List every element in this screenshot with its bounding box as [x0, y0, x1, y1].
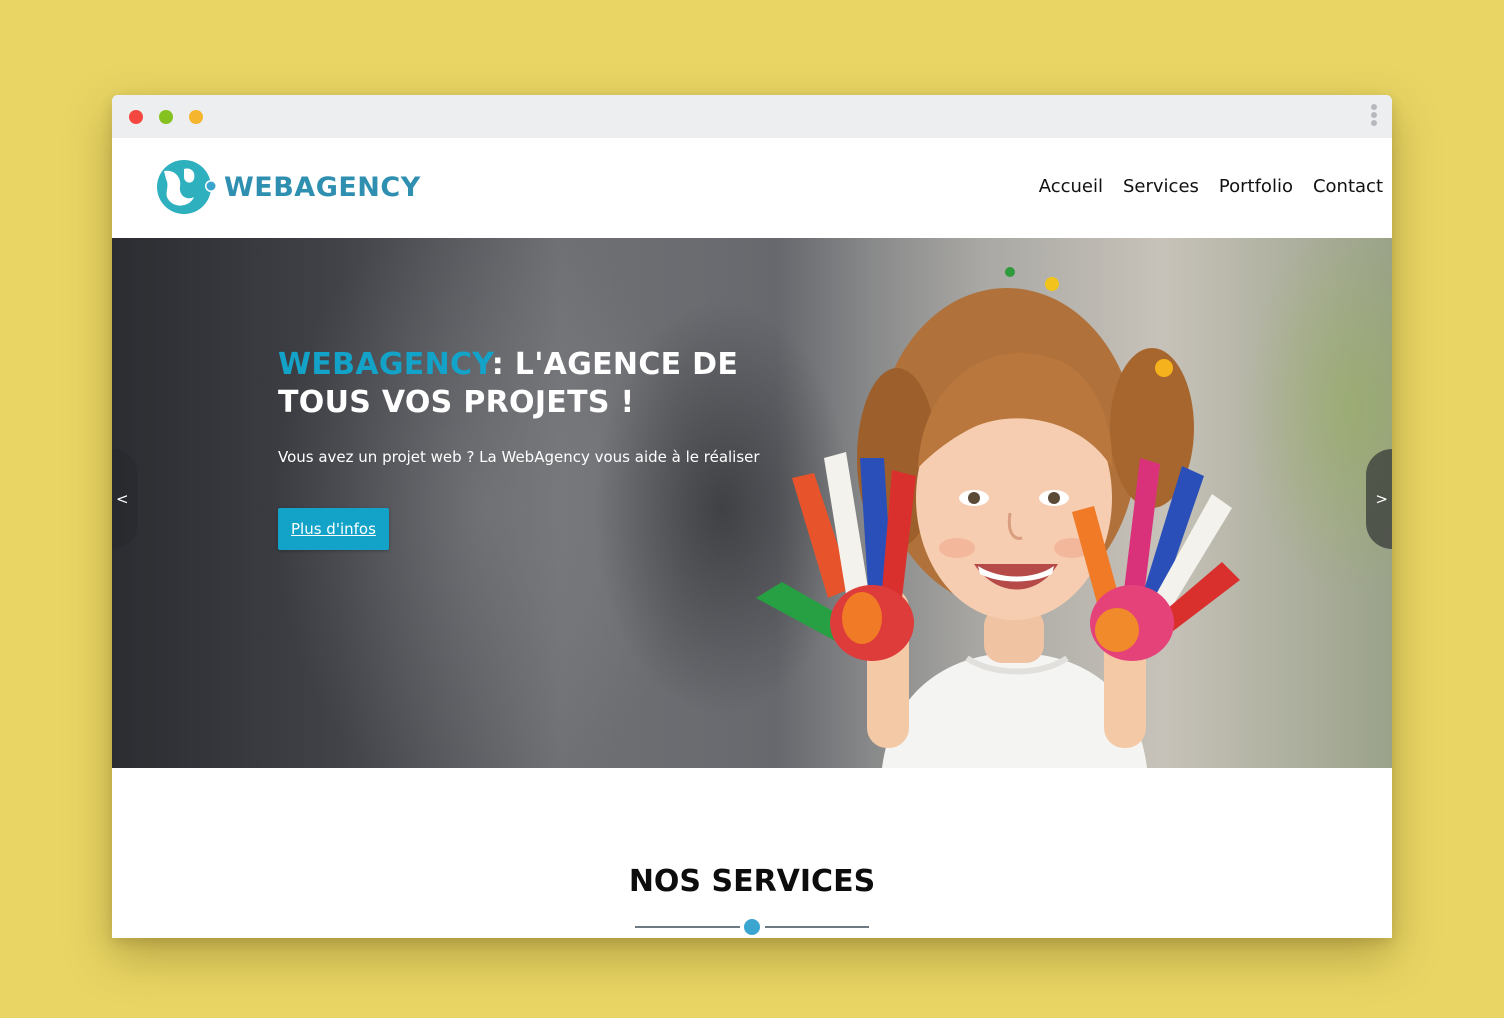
hero-content: WEBAGENCY: L'AGENCE DE TOUS VOS PROJETS …	[278, 346, 818, 550]
slider-prev-button[interactable]: <	[112, 449, 138, 549]
nav-item-services[interactable]: Services	[1123, 176, 1199, 197]
services-title: NOS SERVICES	[628, 864, 876, 899]
logo-mark-icon	[157, 160, 216, 214]
nav-item-contact[interactable]: Contact	[1313, 176, 1383, 197]
chevron-left-icon: <	[116, 490, 129, 508]
divider-line	[635, 926, 740, 928]
chevron-right-icon: >	[1375, 490, 1388, 508]
maximize-window-button[interactable]	[189, 110, 203, 124]
nav-item-portfolio[interactable]: Portfolio	[1219, 176, 1293, 197]
hero-slider: WEBAGENCY: L'AGENCE DE TOUS VOS PROJETS …	[112, 238, 1392, 768]
site-header: WEBAGENCY Accueil Services Portfolio Con…	[112, 138, 1392, 239]
logo[interactable]: WEBAGENCY	[156, 156, 421, 218]
kebab-menu-icon[interactable]	[1368, 104, 1380, 130]
minimize-window-button[interactable]	[159, 110, 173, 124]
divider-dot-icon	[744, 919, 760, 935]
browser-titlebar	[112, 95, 1392, 138]
hero-image-girl-painted-hands	[756, 267, 1240, 768]
more-info-button[interactable]: Plus d'infos	[278, 508, 389, 550]
hero-title-brand: WEBAGENCY	[278, 347, 492, 382]
nav-item-accueil[interactable]: Accueil	[1039, 176, 1103, 197]
hero-subtitle: Vous avez un projet web ? La WebAgency v…	[278, 448, 760, 466]
main-nav: Accueil Services Portfolio Contact	[1019, 176, 1383, 197]
logo-text: WEBAGENCY	[224, 171, 421, 203]
divider-line	[765, 926, 869, 928]
hero-background-blur	[1242, 238, 1392, 598]
hero-title: WEBAGENCY: L'AGENCE DE TOUS VOS PROJETS …	[278, 346, 818, 422]
section-divider	[635, 919, 869, 935]
browser-window: WEBAGENCY Accueil Services Portfolio Con…	[112, 95, 1392, 938]
slider-next-button[interactable]: >	[1366, 449, 1392, 549]
services-section: NOS SERVICES	[112, 768, 1392, 938]
close-window-button[interactable]	[129, 110, 143, 124]
